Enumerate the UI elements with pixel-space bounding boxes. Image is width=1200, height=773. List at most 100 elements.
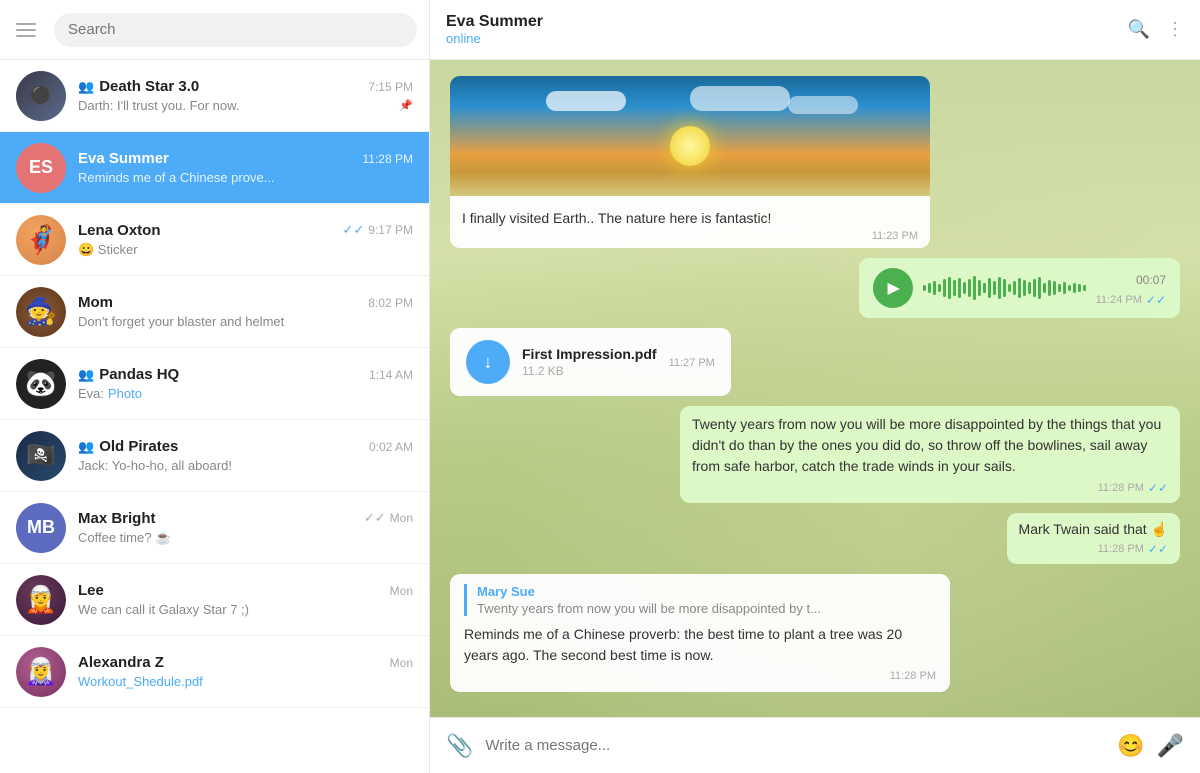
- chat-item-death-star[interactable]: ⚫ 👥 Death Star 3.0 7:15 PM Darth: I'll t…: [0, 60, 429, 132]
- file-size: 11.2 KB: [522, 364, 657, 378]
- chat-preview: Coffee time? ☕: [78, 530, 413, 546]
- message-time: 11:28 PM: [1098, 482, 1144, 494]
- file-bubble: ↓ First Impression.pdf 11.2 KB 11:27 PM: [450, 328, 731, 396]
- chat-info: Max Bright ✓✓ Mon Coffee time? ☕: [78, 510, 413, 546]
- chat-preview: Eva: Photo: [78, 386, 413, 401]
- message-text: Twenty years from now you will be more d…: [692, 414, 1168, 477]
- chat-item-lena-oxton[interactable]: 🦸 Lena Oxton ✓✓ 9:17 PM 😀 Sticker: [0, 204, 429, 276]
- chat-name: Lena Oxton: [78, 222, 161, 239]
- play-icon: ▶: [887, 278, 899, 298]
- chat-preview: We can call it Galaxy Star 7 ;): [78, 602, 413, 617]
- message-input[interactable]: [485, 737, 1105, 754]
- chat-name: 👥 Old Pirates: [78, 438, 178, 455]
- chat-time: 7:15 PM: [368, 80, 413, 94]
- chat-time: 8:02 PM: [368, 296, 413, 310]
- chat-list-panel: ⚫ 👥 Death Star 3.0 7:15 PM Darth: I'll t…: [0, 0, 430, 773]
- chat-info: Lena Oxton ✓✓ 9:17 PM 😀 Sticker: [78, 222, 413, 258]
- chat-preview: Don't forget your blaster and helmet: [78, 314, 413, 329]
- chat-item-max-bright[interactable]: MB Max Bright ✓✓ Mon Coffee time? ☕: [0, 492, 429, 564]
- message-time: 11:28 PM: [890, 670, 936, 682]
- chat-name: Alexandra Z: [78, 654, 164, 671]
- header-actions: 🔍 ⋮: [1128, 19, 1184, 40]
- voice-meta: 00:07 11:24 PM ✓✓: [1096, 269, 1166, 307]
- chat-time: 9:17 PM: [368, 223, 413, 237]
- chat-time: 11:28 PM: [363, 152, 413, 166]
- chat-preview: Jack: Yo-ho-ho, all aboard!: [78, 458, 413, 473]
- photo-caption: I finally visited Earth.. The nature her…: [462, 210, 918, 226]
- message-time: 11:28 PM: [1098, 543, 1144, 555]
- quote-bar: Mary Sue Twenty years from now you will …: [464, 584, 936, 616]
- file-info: First Impression.pdf 11.2 KB: [522, 346, 657, 378]
- voice-duration: 00:07: [1136, 273, 1166, 287]
- chat-preview: Darth: I'll trust you. For now. 📌: [78, 98, 413, 113]
- microphone-icon[interactable]: 🎤: [1157, 733, 1184, 759]
- message-text-long: Twenty years from now you will be more d…: [680, 406, 1180, 503]
- waveform: [923, 273, 1086, 303]
- emoji-icon[interactable]: 😊: [1117, 733, 1144, 759]
- attach-icon[interactable]: 📎: [446, 733, 473, 759]
- text-bubble: Twenty years from now you will be more d…: [680, 406, 1180, 503]
- chat-info: 👥 Pandas HQ 1:14 AM Eva: Photo: [78, 366, 413, 401]
- read-check: ✓✓: [1146, 293, 1166, 307]
- chat-header-name: Eva Summer: [446, 13, 1128, 31]
- avatar-max-bright: MB: [16, 503, 66, 553]
- read-check: ✓✓: [364, 510, 386, 526]
- chat-item-old-pirates[interactable]: 🏴‍☠️ 👥 Old Pirates 0:02 AM Jack: Yo-ho-h…: [0, 420, 429, 492]
- hamburger-menu[interactable]: [12, 19, 40, 41]
- chat-name: Max Bright: [78, 510, 156, 527]
- quote-bubble: Mary Sue Twenty years from now you will …: [450, 574, 950, 692]
- message-time: 11:24 PM: [1096, 294, 1142, 306]
- chat-preview: Workout_Shedule.pdf: [78, 674, 413, 689]
- chat-time: 1:14 AM: [369, 368, 413, 382]
- download-button[interactable]: ↓: [466, 340, 510, 384]
- quote-text: Twenty years from now you will be more d…: [477, 601, 917, 616]
- message-time: 11:27 PM: [669, 357, 715, 369]
- chat-info: Alexandra Z Mon Workout_Shedule.pdf: [78, 654, 413, 689]
- chat-time: Mon: [390, 584, 413, 598]
- play-button[interactable]: ▶: [873, 268, 913, 308]
- chat-header: Eva Summer online 🔍 ⋮: [430, 0, 1200, 60]
- message-voice: ▶: [859, 258, 1180, 318]
- chat-item-eva-summer[interactable]: ES Eva Summer 11:28 PM Reminds me of a C…: [0, 132, 429, 204]
- chat-name: Mom: [78, 294, 113, 311]
- search-wrapper[interactable]: [54, 13, 417, 47]
- quote-body: Reminds me of a Chinese proverb: the bes…: [464, 624, 936, 666]
- search-input[interactable]: [68, 21, 403, 38]
- chat-preview: 😀 Sticker: [78, 242, 413, 258]
- chat-header-info: Eva Summer online: [446, 13, 1128, 46]
- chat-name: Lee: [78, 582, 104, 599]
- chat-panel: Eva Summer online 🔍 ⋮ I finally visite: [430, 0, 1200, 773]
- chat-info: Eva Summer 11:28 PM Reminds me of a Chin…: [78, 150, 413, 185]
- message-text-short: Mark Twain said that ☝ 11:28 PM ✓✓: [1007, 513, 1180, 564]
- message-time: 11:23 PM: [872, 230, 918, 242]
- more-options-icon[interactable]: ⋮: [1166, 19, 1184, 40]
- message-photo-caption: I finally visited Earth.. The nature her…: [450, 76, 930, 248]
- chat-info: Mom 8:02 PM Don't forget your blaster an…: [78, 294, 413, 329]
- chat-name: Eva Summer: [78, 150, 169, 167]
- read-check: ✓✓: [343, 222, 365, 238]
- chat-item-lee[interactable]: 🧝 Lee Mon We can call it Galaxy Star 7 ;…: [0, 564, 429, 636]
- chat-preview: Reminds me of a Chinese prove...: [78, 170, 413, 185]
- chat-item-mom[interactable]: 🧙 Mom 8:02 PM Don't forget your blaster …: [0, 276, 429, 348]
- chat-time: Mon: [390, 656, 413, 670]
- messages-area: I finally visited Earth.. The nature her…: [430, 60, 1200, 717]
- download-icon: ↓: [484, 352, 493, 373]
- search-bar: [0, 0, 429, 60]
- search-icon[interactable]: 🔍: [1128, 19, 1150, 40]
- message-file: ↓ First Impression.pdf 11.2 KB 11:27 PM: [450, 328, 731, 396]
- chat-name: 👥 Death Star 3.0: [78, 78, 199, 95]
- chat-time: Mon: [390, 511, 413, 525]
- chat-item-pandas-hq[interactable]: 🐼 👥 Pandas HQ 1:14 AM Eva: Photo: [0, 348, 429, 420]
- voice-bubble: ▶: [859, 258, 1180, 318]
- message-text: Mark Twain said that ☝: [1019, 521, 1168, 538]
- chat-info: Lee Mon We can call it Galaxy Star 7 ;): [78, 582, 413, 617]
- chat-time: 0:02 AM: [369, 440, 413, 454]
- quote-author: Mary Sue: [477, 584, 936, 599]
- chat-name: 👥 Pandas HQ: [78, 366, 179, 383]
- chat-list: ⚫ 👥 Death Star 3.0 7:15 PM Darth: I'll t…: [0, 60, 429, 773]
- avatar-eva-summer: ES: [16, 143, 66, 193]
- chat-item-alexandra-z[interactable]: 🧝‍♀️ Alexandra Z Mon Workout_Shedule.pdf: [0, 636, 429, 708]
- chat-info: 👥 Death Star 3.0 7:15 PM Darth: I'll tru…: [78, 78, 413, 113]
- message-quote: Mary Sue Twenty years from now you will …: [450, 574, 950, 692]
- chat-info: 👥 Old Pirates 0:02 AM Jack: Yo-ho-ho, al…: [78, 438, 413, 473]
